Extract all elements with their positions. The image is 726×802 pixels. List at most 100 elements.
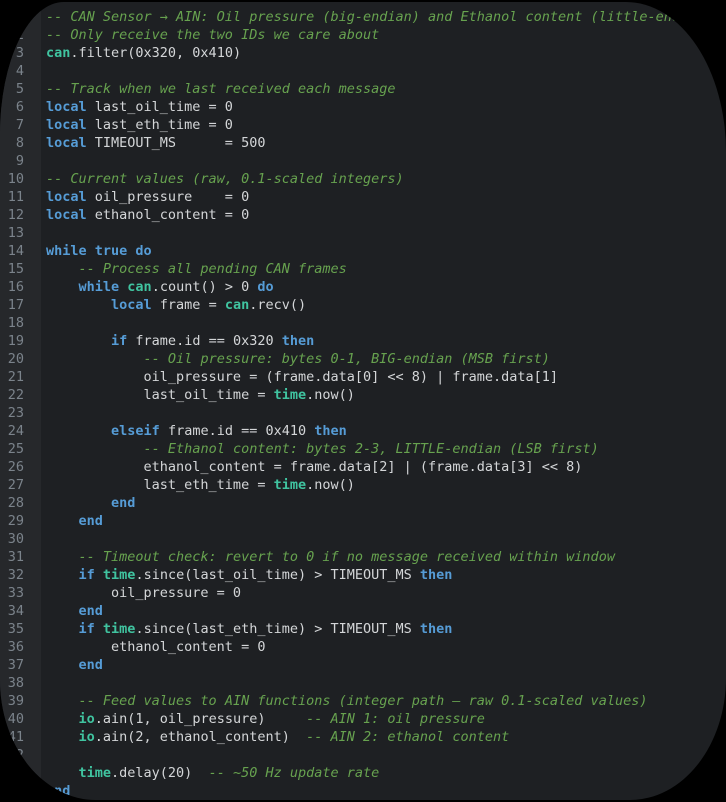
code-line[interactable]: -- Only receive the two IDs we care abou…	[46, 26, 726, 44]
code-token-keyword: end	[111, 495, 135, 511]
code-token-comment: -- Timeout check: revert to 0 if no mess…	[79, 549, 615, 565]
code-token-text	[46, 513, 79, 529]
line-number: 22	[0, 386, 41, 404]
code-token-text	[46, 441, 144, 457]
line-number: 31	[0, 548, 41, 566]
code-line[interactable]	[46, 224, 726, 242]
code-token-text	[46, 567, 79, 583]
code-line[interactable]: io.ain(1, oil_pressure) -- AIN 1: oil pr…	[46, 710, 726, 728]
code-token-text: ethanol_content = 0	[46, 639, 265, 655]
line-number: 12	[0, 206, 41, 224]
code-line[interactable]: local oil_pressure = 0	[46, 188, 726, 206]
line-number: 25	[0, 440, 41, 458]
code-line[interactable]: -- Track when we last received each mess…	[46, 80, 726, 98]
code-line[interactable]: if frame.id == 0x320 then	[46, 332, 726, 350]
code-line[interactable]: ethanol_content = frame.data[2] | (frame…	[46, 458, 726, 476]
code-line[interactable]: time.delay(20) -- ~50 Hz update rate	[46, 764, 726, 782]
code-token-comment: -- Track when we last received each mess…	[46, 81, 396, 97]
code-token-text: ethanol_content = frame.data[2] | (frame…	[46, 459, 582, 475]
line-number: 7	[0, 116, 41, 134]
line-number-gutter: 1234567891011121314151617181920212223242…	[0, 2, 41, 800]
code-line[interactable]: if time.since(last_eth_time) > TIMEOUT_M…	[46, 620, 726, 638]
code-token-text: last_oil_time = 0	[87, 99, 233, 115]
code-line[interactable]: local frame = can.recv()	[46, 296, 726, 314]
code-token-keyword: if	[79, 567, 95, 583]
code-line[interactable]: end	[46, 656, 726, 674]
code-line[interactable]: -- Current values (raw, 0.1-scaled integ…	[46, 170, 726, 188]
code-line[interactable]	[46, 314, 726, 332]
code-line[interactable]: elseif frame.id == 0x410 then	[46, 422, 726, 440]
code-line[interactable]: -- Process all pending CAN frames	[46, 260, 726, 278]
code-line[interactable]	[46, 746, 726, 764]
code-token-keyword: end	[79, 657, 103, 673]
code-token-module: io	[79, 729, 95, 745]
code-token-text: .delay(20)	[111, 765, 209, 781]
code-token-text: .now()	[306, 387, 355, 403]
code-line[interactable]: -- Feed values to AIN functions (integer…	[46, 692, 726, 710]
code-line[interactable]: end	[46, 782, 726, 800]
code-token-text: .recv()	[249, 297, 306, 313]
code-token-text: .ain(1, oil_pressure)	[95, 711, 306, 727]
line-number: 26	[0, 458, 41, 476]
line-number: 10	[0, 170, 41, 188]
line-number: 2	[0, 26, 41, 44]
code-token-keyword: local	[46, 207, 87, 223]
code-token-text	[46, 765, 79, 781]
code-token-keyword: then	[420, 621, 453, 637]
code-line[interactable]: can.filter(0x320, 0x410)	[46, 44, 726, 62]
code-line[interactable]: -- CAN Sensor → AIN: Oil pressure (big-e…	[46, 8, 726, 26]
code-line[interactable]	[46, 62, 726, 80]
line-number: 42	[0, 746, 41, 764]
line-number: 18	[0, 314, 41, 332]
code-line[interactable]: while can.count() > 0 do	[46, 278, 726, 296]
line-number: 4	[0, 62, 41, 80]
line-number: 28	[0, 494, 41, 512]
line-number: 19	[0, 332, 41, 350]
code-token-keyword: if	[111, 333, 127, 349]
code-line[interactable]	[46, 404, 726, 422]
line-number: 35	[0, 620, 41, 638]
code-line[interactable]: -- Ethanol content: bytes 2-3, LITTLE-en…	[46, 440, 726, 458]
code-area[interactable]: -- CAN Sensor → AIN: Oil pressure (big-e…	[41, 2, 726, 800]
code-line[interactable]: -- Timeout check: revert to 0 if no mess…	[46, 548, 726, 566]
code-token-module: time	[103, 567, 136, 583]
line-number: 21	[0, 368, 41, 386]
code-line[interactable]: while true do	[46, 242, 726, 260]
code-token-text: frame =	[152, 297, 225, 313]
line-number: 27	[0, 476, 41, 494]
code-line[interactable]	[46, 530, 726, 548]
code-token-text	[46, 729, 79, 745]
code-token-keyword: local	[46, 99, 87, 115]
code-token-comment: -- Current values (raw, 0.1-scaled integ…	[46, 171, 404, 187]
code-line[interactable]: local last_oil_time = 0	[46, 98, 726, 116]
code-token-module: time	[79, 765, 112, 781]
code-line[interactable]: end	[46, 512, 726, 530]
code-line[interactable]: local ethanol_content = 0	[46, 206, 726, 224]
code-token-text	[46, 261, 79, 277]
code-line[interactable]: end	[46, 602, 726, 620]
code-token-text	[46, 693, 79, 709]
code-line[interactable]: if time.since(last_oil_time) > TIMEOUT_M…	[46, 566, 726, 584]
code-token-text	[46, 423, 111, 439]
code-token-text: last_oil_time =	[46, 387, 274, 403]
code-token-comment: -- CAN Sensor → AIN: Oil pressure (big-e…	[46, 9, 712, 25]
code-token-text	[95, 621, 103, 637]
code-token-keyword: while	[79, 279, 120, 295]
code-token-module: can	[46, 45, 70, 61]
code-token-module: time	[103, 621, 136, 637]
code-line[interactable]: last_oil_time = time.now()	[46, 386, 726, 404]
code-line[interactable]	[46, 152, 726, 170]
code-token-text: .ain(2, ethanol_content)	[95, 729, 306, 745]
code-line[interactable]	[46, 674, 726, 692]
code-line[interactable]: end	[46, 494, 726, 512]
code-token-keyword: while true do	[46, 243, 152, 259]
code-token-module: can	[127, 279, 151, 295]
code-line[interactable]: oil_pressure = 0	[46, 584, 726, 602]
code-line[interactable]: oil_pressure = (frame.data[0] << 8) | fr…	[46, 368, 726, 386]
code-line[interactable]: local TIMEOUT_MS = 500	[46, 134, 726, 152]
code-line[interactable]: io.ain(2, ethanol_content) -- AIN 2: eth…	[46, 728, 726, 746]
code-line[interactable]: last_eth_time = time.now()	[46, 476, 726, 494]
code-line[interactable]: local last_eth_time = 0	[46, 116, 726, 134]
code-line[interactable]: -- Oil pressure: bytes 0-1, BIG-endian (…	[46, 350, 726, 368]
code-line[interactable]: ethanol_content = 0	[46, 638, 726, 656]
